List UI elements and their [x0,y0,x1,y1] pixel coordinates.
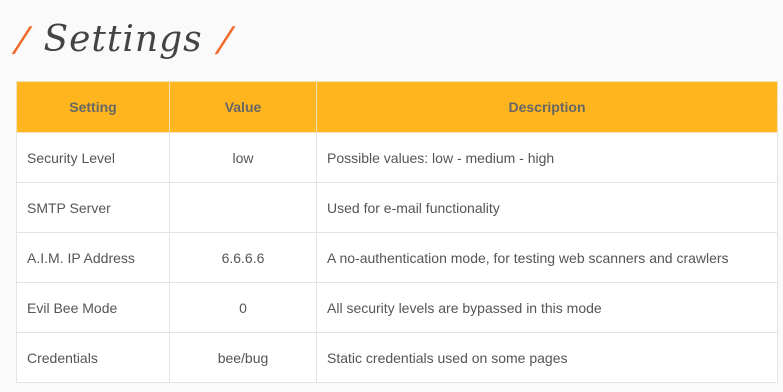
page-title: / Settings / [13,12,233,68]
setting-description: Possible values: low - medium - high [316,132,778,183]
setting-description: Used for e-mail functionality [316,182,778,233]
setting-value: 6.6.6.6 [169,232,317,283]
table-row: A.I.M. IP Address 6.6.6.6 A no-authentic… [16,232,778,283]
settings-table: Setting Value Description Security Level… [16,81,778,383]
settings-page: / Settings / Setting Value Description S… [0,0,783,392]
title-text: Settings [43,19,203,60]
header-value: Value [169,81,317,133]
setting-description: Static credentials used on some pages [316,332,778,383]
setting-description: All security levels are bypassed in this… [316,282,778,333]
setting-value: low [169,132,317,183]
setting-value [169,182,317,233]
header-setting: Setting [16,81,170,133]
table-header-row: Setting Value Description [16,81,778,133]
title-suffix-slash: / [215,20,233,60]
setting-value: bee/bug [169,332,317,383]
setting-description: A no-authentication mode, for testing we… [316,232,778,283]
setting-name: Evil Bee Mode [16,282,170,333]
setting-name: Credentials [16,332,170,383]
table-row: SMTP Server Used for e-mail functionalit… [16,182,778,233]
title-prefix-slash: / [13,20,31,60]
table-row: Evil Bee Mode 0 All security levels are … [16,282,778,333]
setting-name: Security Level [16,132,170,183]
setting-name: A.I.M. IP Address [16,232,170,283]
setting-name: SMTP Server [16,182,170,233]
header-description: Description [316,81,778,133]
setting-value: 0 [169,282,317,333]
table-row: Security Level low Possible values: low … [16,132,778,183]
table-row: Credentials bee/bug Static credentials u… [16,332,778,383]
